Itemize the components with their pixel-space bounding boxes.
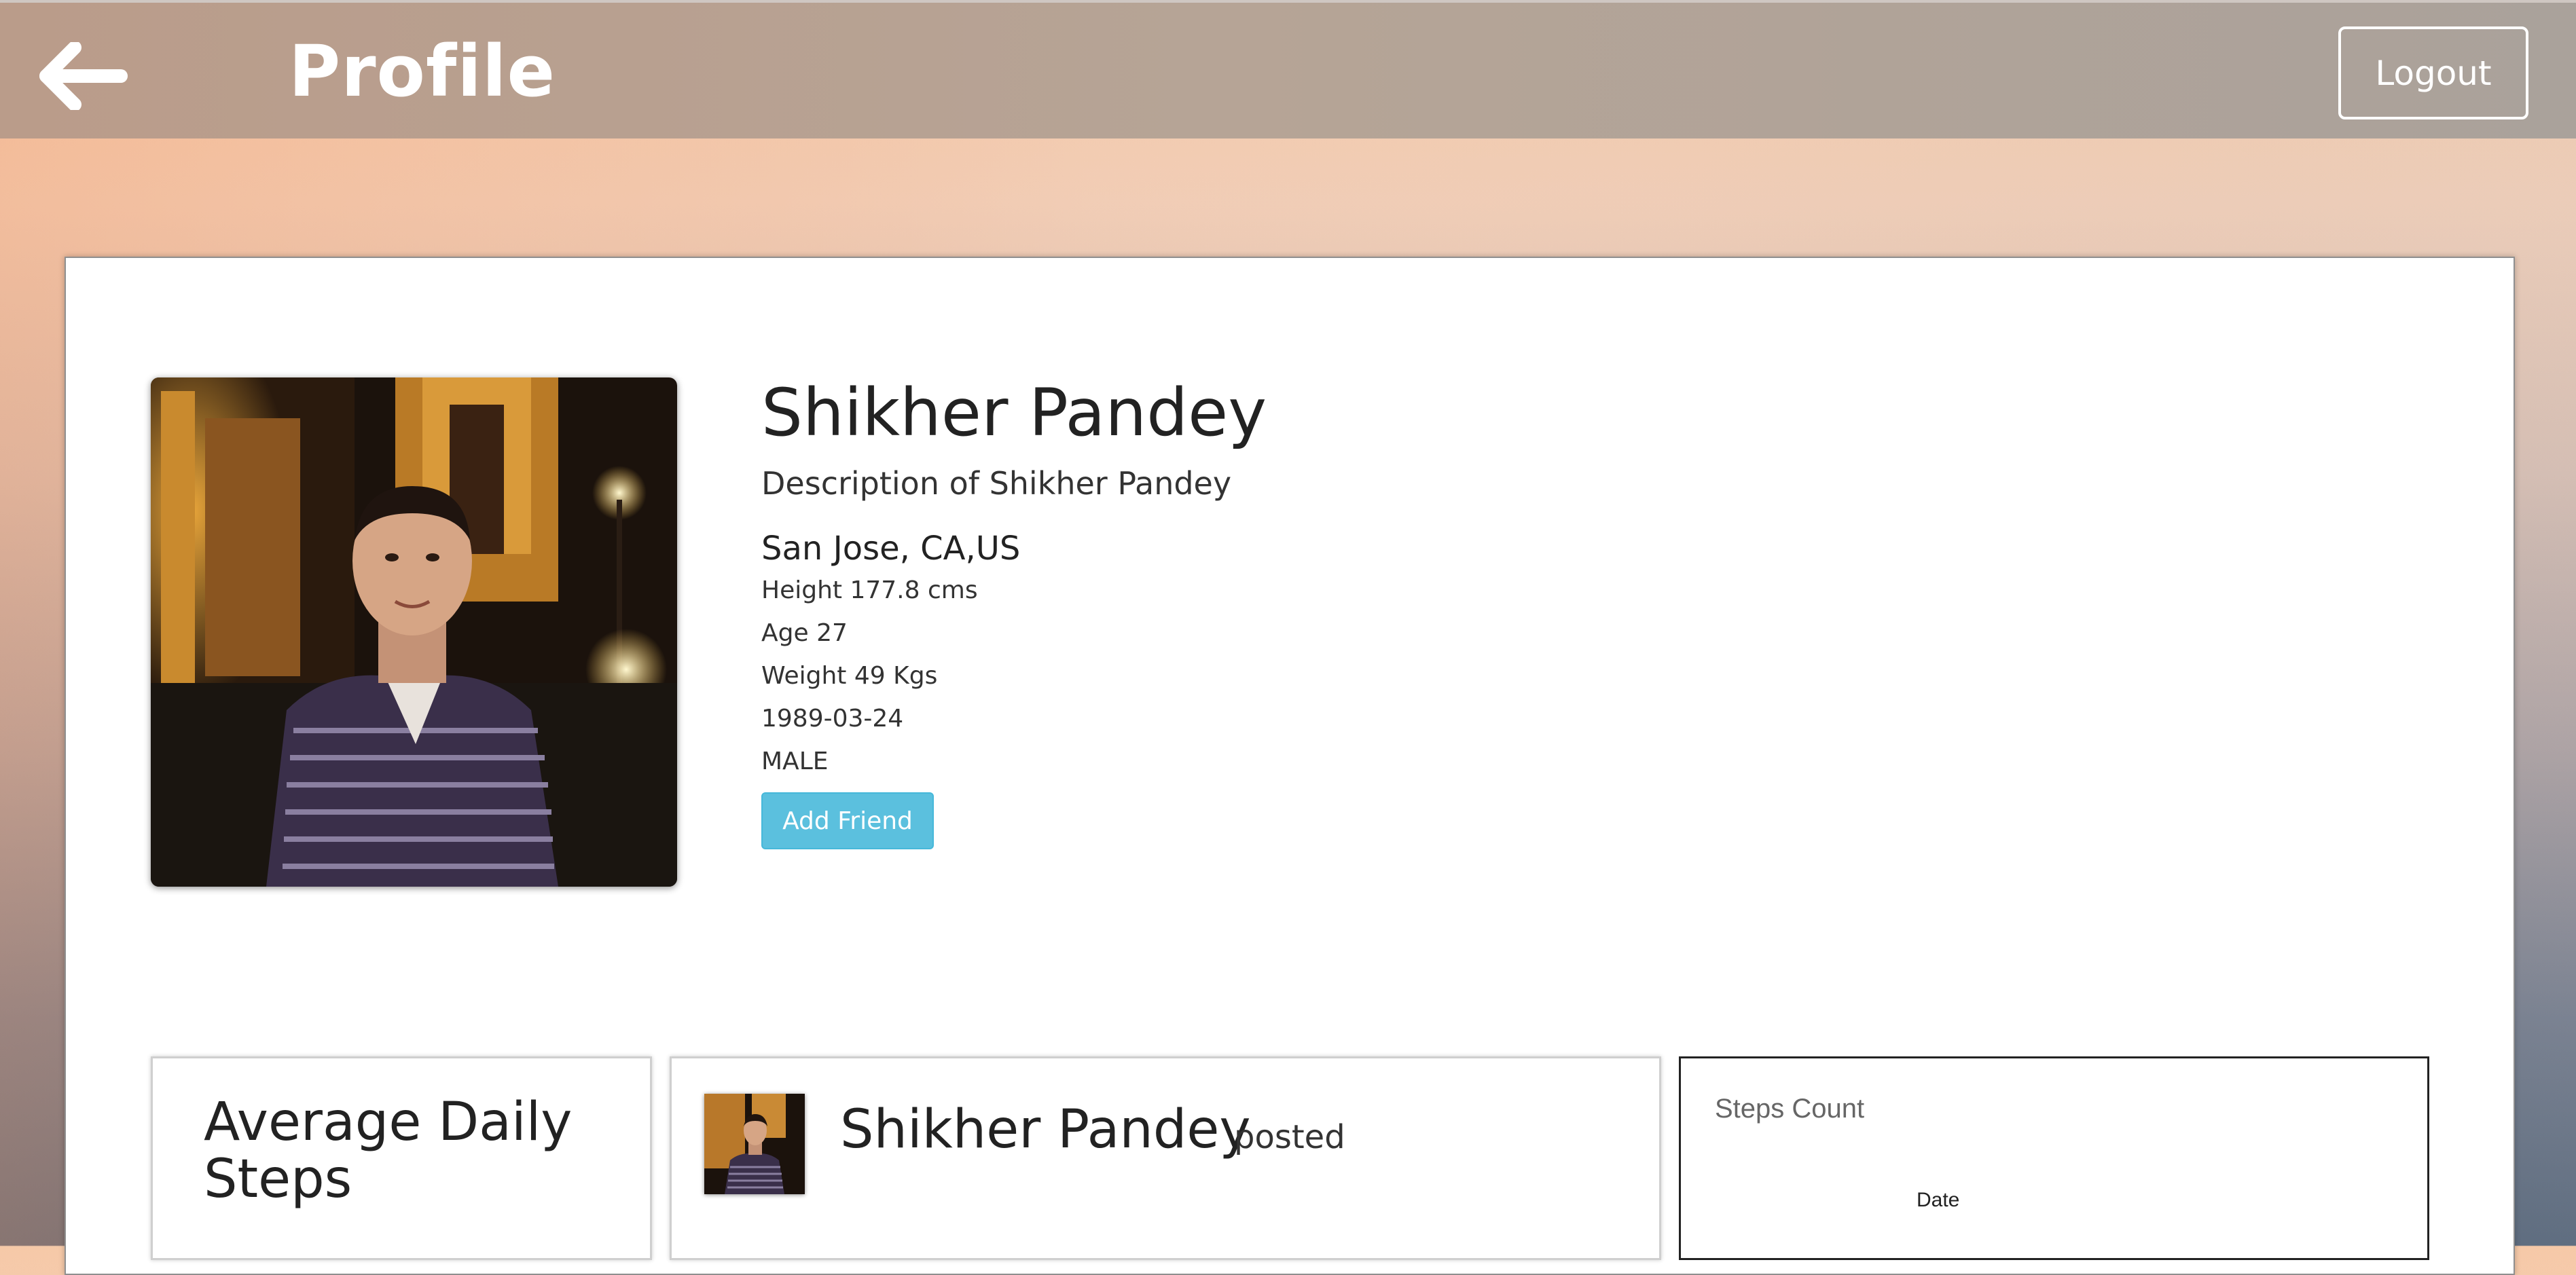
post-panel: Shikher Pandey posted (670, 1056, 1661, 1260)
average-daily-steps-panel: Average Daily Steps (151, 1056, 652, 1260)
top-navigation-bar: Profile Logout (0, 0, 2576, 138)
post-action-text: posted (1234, 1118, 1345, 1156)
add-friend-button[interactable]: Add Friend (761, 792, 934, 849)
profile-gender: MALE (761, 747, 829, 775)
post-author-name[interactable]: Shikher Pandey (840, 1099, 1251, 1160)
chart-x-axis-label: Date (1917, 1189, 1960, 1211)
profile-info: Shikher Pandey Description of Shikher Pa… (761, 372, 1267, 849)
profile-name: Shikher Pandey (761, 375, 1267, 451)
back-arrow-icon[interactable] (39, 41, 128, 111)
average-daily-steps-title: Average Daily Steps (204, 1092, 573, 1210)
profile-description: Description of Shikher Pandey (761, 465, 1232, 502)
profile-age: Age 27 (761, 619, 848, 647)
profile-height: Height 177.8 cms (761, 576, 978, 604)
page-title: Profile (289, 30, 556, 113)
profile-dob: 1989-03-24 (761, 705, 904, 733)
steps-count-chart-panel: Steps Count Date (1679, 1056, 2429, 1260)
post-author-avatar[interactable] (704, 1094, 805, 1194)
logout-button[interactable]: Logout (2338, 26, 2528, 119)
profile-weight: Weight 49 Kgs (761, 662, 938, 690)
profile-location: San Jose, CA,US (761, 530, 1021, 568)
profile-avatar (151, 377, 677, 887)
chart-title: Steps Count (1715, 1094, 1865, 1124)
